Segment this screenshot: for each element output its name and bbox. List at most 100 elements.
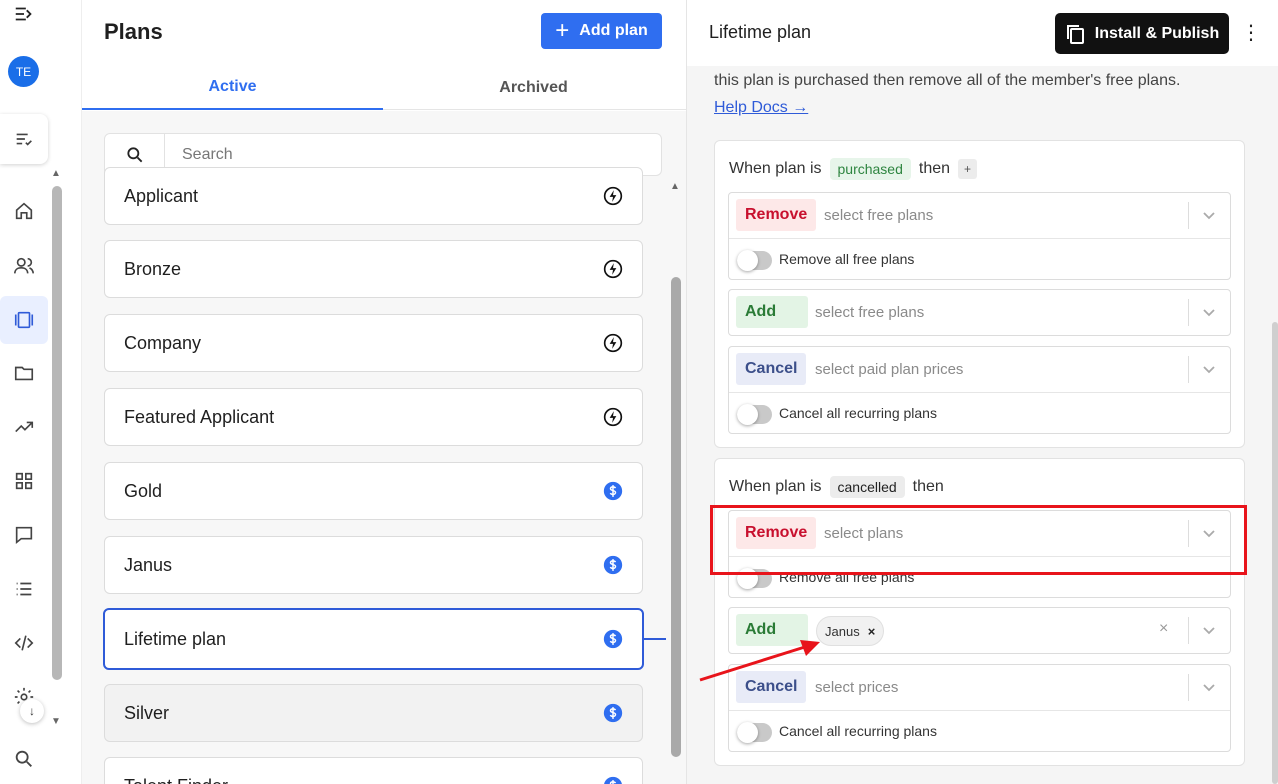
detail-scrollbar[interactable]	[1272, 322, 1278, 784]
bolt-icon	[603, 407, 623, 427]
cancel-select-group: Cancel select prices Cancel all recurrin…	[728, 664, 1231, 752]
remove-all-free-plans-toggle[interactable]	[737, 250, 772, 271]
plan-name: Silver	[124, 702, 170, 723]
cancel-badge: Cancel	[736, 353, 807, 385]
chevron-down-icon[interactable]	[1201, 304, 1217, 320]
cancel-select[interactable]: Cancel select paid plan prices	[729, 347, 1230, 392]
plan-item-company[interactable]: Company	[104, 314, 643, 372]
cancel-all-recurring-toggle[interactable]	[737, 722, 772, 743]
toggle-label: Remove all free plans	[779, 569, 915, 585]
copy-icon	[1065, 23, 1085, 45]
folder-icon[interactable]	[10, 359, 38, 387]
event-purchased-tag[interactable]: purchased	[829, 158, 911, 180]
event-cancelled-tag[interactable]: cancelled	[829, 476, 905, 498]
list-scroll-up-icon[interactable]: ▲	[670, 181, 680, 192]
plans-icon[interactable]	[0, 296, 48, 344]
selected-plan-chip: Janus ×	[816, 616, 885, 646]
plan-name: Janus	[124, 554, 173, 575]
code-icon[interactable]	[10, 629, 38, 657]
checklist-icon	[13, 128, 35, 150]
plan-list: Applicant Bronze Company Featured Applic…	[82, 111, 686, 784]
plan-item-gold[interactable]: Gold	[104, 462, 643, 520]
add-select-row[interactable]: Add select free plans	[729, 290, 1230, 335]
plan-tabs: Active Archived	[82, 66, 686, 110]
clear-selection-icon[interactable]: ×	[1159, 620, 1168, 638]
add-badge: Add	[736, 614, 808, 646]
plan-item-applicant[interactable]: Applicant	[104, 167, 643, 225]
plan-item-janus[interactable]: Janus	[104, 536, 643, 594]
plan-list-scrollbar[interactable]	[671, 277, 681, 757]
select-placeholder: select free plans	[815, 304, 925, 321]
select-divider	[1188, 299, 1189, 326]
cancel-select[interactable]: Cancel select prices	[729, 665, 1230, 710]
search-icon	[13, 748, 35, 770]
selection-connector	[644, 638, 666, 640]
toggle-label: Cancel all recurring plans	[779, 405, 937, 421]
add-plan-button[interactable]: + Add plan	[541, 13, 662, 49]
dollar-icon	[603, 555, 623, 575]
plan-description: this plan is purchased then remove all o…	[714, 72, 1181, 89]
chip-label: Janus	[825, 623, 860, 639]
scroll-down-arrow-icon[interactable]: ↓	[20, 699, 44, 723]
comments-icon[interactable]	[10, 521, 38, 549]
add-plan-label: Add plan	[579, 22, 648, 39]
list-icon[interactable]	[10, 575, 38, 603]
avatar[interactable]: TE	[8, 56, 39, 87]
remove-select[interactable]: Remove select plans	[729, 511, 1230, 556]
add-select[interactable]: Add select free plans	[728, 289, 1231, 336]
global-search-button[interactable]	[0, 734, 48, 784]
add-condition-button[interactable]: +	[958, 159, 978, 179]
rule-prefix: When plan is	[729, 160, 822, 177]
plan-item-bronze[interactable]: Bronze	[104, 240, 643, 298]
chevron-down-icon[interactable]	[1201, 525, 1217, 541]
toggle-label: Remove all free plans	[779, 251, 915, 267]
chevron-down-icon[interactable]	[1201, 361, 1217, 377]
help-docs-link[interactable]: Help Docs →	[714, 99, 808, 117]
plan-name: Talent Finder	[124, 776, 228, 784]
rail-scroll-up-icon[interactable]: ▲	[51, 168, 61, 179]
apps-grid-icon[interactable]	[10, 467, 38, 495]
remove-badge: Remove	[736, 517, 817, 549]
more-options-icon[interactable]: ⋮	[1241, 22, 1261, 44]
rule-header: When plan is cancelled then	[729, 476, 944, 498]
members-icon[interactable]	[10, 252, 38, 280]
analytics-icon[interactable]	[10, 413, 38, 441]
rule-prefix: When plan is	[729, 478, 822, 495]
plan-item-featured-applicant[interactable]: Featured Applicant	[104, 388, 643, 446]
tab-archived[interactable]: Archived	[383, 66, 684, 110]
select-divider	[1188, 520, 1189, 547]
chevron-down-icon[interactable]	[1201, 622, 1217, 638]
add-select-row[interactable]: Add Janus × ×	[729, 608, 1230, 653]
install-publish-button[interactable]: Install & Publish	[1055, 13, 1229, 54]
remove-badge: Remove	[736, 199, 817, 231]
select-divider	[1188, 617, 1189, 644]
bolt-icon	[603, 259, 623, 279]
plan-item-talent-finder[interactable]: Talent Finder	[104, 757, 643, 784]
home-icon[interactable]	[10, 197, 38, 225]
rule-suffix: then	[912, 478, 944, 495]
dollar-icon	[603, 629, 623, 649]
cancel-all-recurring-toggle[interactable]	[737, 404, 772, 425]
select-divider	[1188, 674, 1189, 701]
detail-title: Lifetime plan	[709, 22, 812, 42]
tab-active[interactable]: Active	[82, 66, 383, 110]
plan-item-lifetime-plan[interactable]: Lifetime plan	[103, 608, 644, 670]
detail-header: Lifetime plan Install & Publish ⋮	[687, 0, 1278, 66]
remove-select[interactable]: Remove select free plans	[729, 193, 1230, 238]
remove-all-free-plans-toggle[interactable]	[737, 568, 772, 589]
toggle-label: Cancel all recurring plans	[779, 723, 937, 739]
chip-remove-icon[interactable]: ×	[868, 624, 876, 639]
install-publish-label: Install & Publish	[1094, 24, 1220, 42]
rule-header: When plan is purchased then +	[729, 158, 978, 180]
rail-scrollbar[interactable]	[52, 186, 62, 680]
plan-item-silver[interactable]: Silver	[104, 684, 643, 742]
workspace-switcher-button[interactable]	[0, 114, 48, 164]
rail-scroll-down-icon[interactable]: ▼	[51, 716, 61, 727]
cancel-all-toggle-row: Cancel all recurring plans	[729, 710, 1230, 751]
chevron-down-icon[interactable]	[1201, 679, 1217, 695]
add-select[interactable]: Add Janus × ×	[728, 607, 1231, 654]
cancel-badge: Cancel	[736, 671, 807, 703]
bolt-icon	[603, 333, 623, 353]
chevron-down-icon[interactable]	[1201, 207, 1217, 223]
collapse-menu-icon[interactable]	[10, 0, 38, 28]
